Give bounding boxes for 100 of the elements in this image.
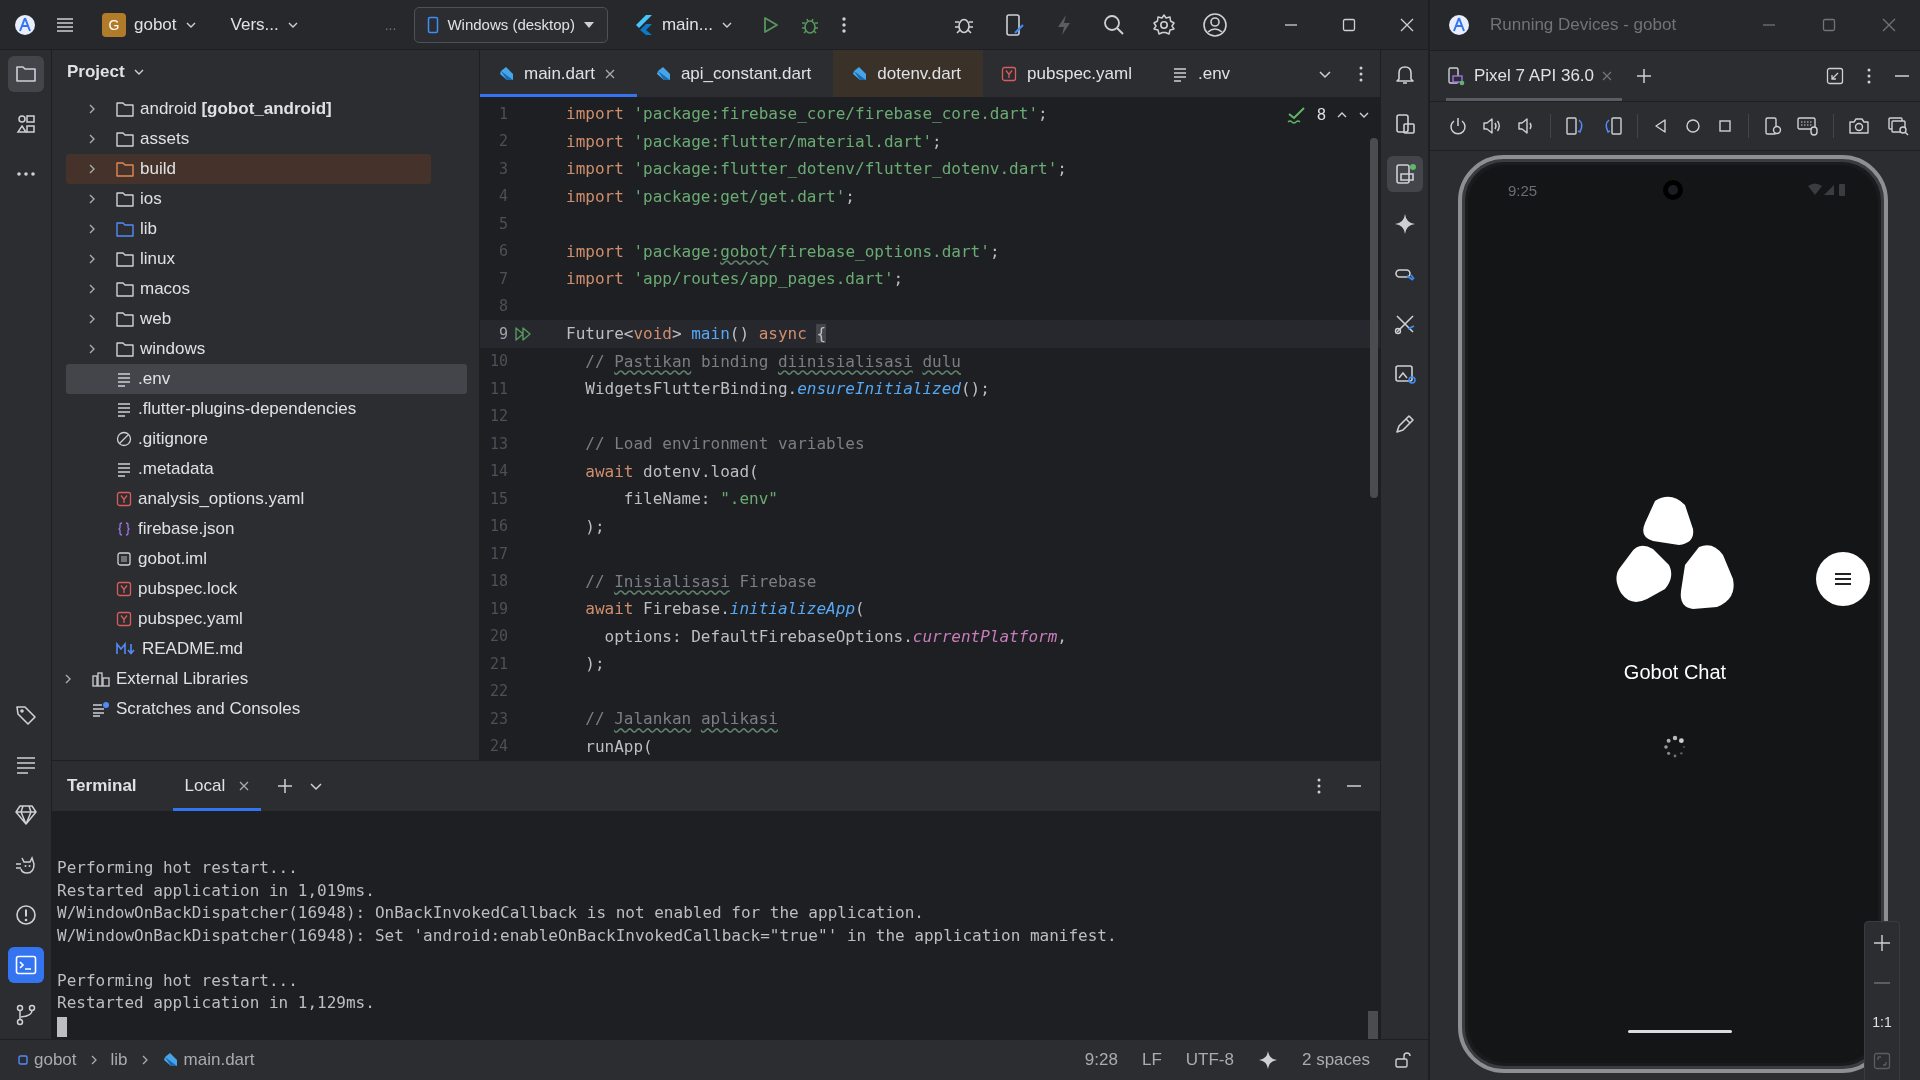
tree-item[interactable]: .flutter-plugins-dependencies	[66, 394, 467, 424]
volume-up-icon[interactable]	[1482, 116, 1502, 136]
editor-tab[interactable]: pubspec.yaml	[983, 50, 1154, 97]
scrollbar-thumb[interactable]	[1370, 138, 1378, 498]
account-icon[interactable]	[1202, 11, 1228, 38]
device-tab[interactable]: Pixel 7 API 36.0	[1446, 51, 1623, 101]
tree-item[interactable]: android [gobot_android]	[66, 94, 467, 124]
folder-icon	[116, 101, 134, 117]
tree-item[interactable]: macos	[66, 274, 467, 304]
dart-file-icon	[161, 1052, 178, 1068]
ignore-file-icon	[116, 431, 132, 447]
add-icon[interactable]	[277, 778, 294, 794]
tree-item[interactable]: .metadata	[66, 454, 467, 484]
camera-icon[interactable]	[1848, 116, 1870, 136]
close-icon[interactable]	[239, 781, 250, 791]
tree-item[interactable]: assets	[66, 124, 467, 154]
editor-tab[interactable]: main.dart	[480, 50, 637, 97]
vcs-selector[interactable]: Vers...	[222, 10, 307, 39]
folder-icon	[116, 161, 134, 177]
tree-item[interactable]: pubspec.lock	[66, 574, 467, 604]
power-icon[interactable]	[1448, 116, 1468, 136]
keyboard-icon[interactable]	[1797, 116, 1819, 136]
tree-item[interactable]: README.md	[66, 634, 467, 664]
panel-title[interactable]: Project	[67, 62, 125, 82]
code-line: runApp(	[584, 736, 653, 756]
code-line: fileName: ".env"	[622, 489, 778, 509]
terminal-tool-button[interactable]	[7, 947, 44, 983]
warning-icon	[13, 903, 38, 927]
collapse-icon[interactable]	[1826, 67, 1844, 85]
tree-item[interactable]: web	[66, 304, 467, 334]
tree-item[interactable]: firebase.json	[66, 514, 467, 544]
tree-item[interactable]: Scratches and Consoles	[66, 694, 467, 724]
folder-icon	[116, 311, 134, 327]
code-line: await dotenv.load(	[584, 461, 759, 481]
caret-icon	[582, 19, 595, 30]
tree-item[interactable]: ios	[66, 184, 467, 214]
settings-icon[interactable]	[1152, 12, 1176, 37]
yaml-file-icon	[1001, 65, 1018, 82]
code-line: Future<void> main() async {	[566, 324, 827, 344]
status-item[interactable]: 9:28	[1084, 1050, 1118, 1070]
terminal-tab[interactable]: Local	[172, 761, 262, 811]
inspect-icon[interactable]	[1888, 116, 1910, 136]
run-config-selector[interactable]: main...	[625, 9, 741, 40]
overview-icon[interactable]	[1716, 117, 1734, 135]
inspection-count[interactable]: 8	[1317, 106, 1326, 124]
tree-item[interactable]: linux	[66, 244, 467, 274]
device-icon	[1446, 66, 1466, 86]
close-icon[interactable]	[604, 68, 615, 79]
search-icon[interactable]	[1102, 12, 1126, 37]
add-icon[interactable]	[1636, 68, 1653, 84]
scrollbar-thumb[interactable]	[1368, 1011, 1378, 1039]
check-icon[interactable]	[1287, 106, 1308, 124]
zoom-in-icon[interactable]	[1873, 934, 1891, 952]
project-tool-button[interactable]	[7, 56, 44, 92]
markdown-file-icon	[116, 641, 136, 657]
lock-icon[interactable]	[1394, 1051, 1412, 1069]
dart-file-icon	[498, 65, 514, 82]
app-logo[interactable]	[14, 13, 36, 36]
home-icon[interactable]	[1684, 117, 1702, 135]
terminal-icon	[13, 953, 38, 977]
folder-icon	[116, 221, 134, 237]
code-line: await Firebase.initializeApp(	[584, 599, 865, 619]
more-icon[interactable]	[1358, 64, 1364, 83]
code-line: import 'package:gobot/firebase_options.dart';	[566, 241, 1000, 261]
scratches-icon	[92, 701, 110, 717]
breadcrumb[interactable]: gobot	[18, 1050, 77, 1070]
tree-item[interactable]: build	[66, 154, 431, 184]
editor-tab[interactable]: dotenv.dart	[833, 50, 984, 97]
tree-item[interactable]: External Libraries	[66, 664, 467, 694]
status-time: 9:25	[1508, 181, 1538, 199]
tree-item[interactable]: analysis_options.yaml	[66, 484, 467, 514]
editor-tab[interactable]: .env	[1154, 50, 1253, 97]
running-devices-tool-button[interactable]	[1386, 156, 1423, 192]
tree-item[interactable]: .env	[66, 364, 467, 394]
tree-item[interactable]: .gitignore	[66, 424, 467, 454]
terminal-line: W/WindowOnBackDispatcher(16948): Set 'android:enableOnBackInvokedCallback="true"' in the application manifest.	[57, 924, 1118, 947]
menu-button[interactable]	[1816, 552, 1870, 606]
run-icon[interactable]	[514, 325, 532, 342]
tree-item[interactable]: pubspec.yaml	[66, 604, 467, 634]
device-settings-icon[interactable]	[1763, 116, 1783, 136]
status-item[interactable]: UTF-8	[1185, 1050, 1234, 1070]
status-item[interactable]: LF	[1141, 1050, 1162, 1070]
camera-hole-icon	[1661, 179, 1684, 201]
status-item[interactable]: 2 spaces	[1301, 1050, 1370, 1070]
more-icon[interactable]	[1316, 777, 1322, 795]
editor-tab[interactable]: api_constant.dart	[636, 50, 834, 97]
tree-item[interactable]: gobot.iml	[66, 544, 467, 574]
text-file-icon	[1172, 65, 1188, 82]
breadcrumb[interactable]: lib	[110, 1050, 128, 1070]
text-file-icon	[116, 401, 132, 417]
device-selector[interactable]: Windows (desktop)	[414, 6, 608, 43]
terminal-line: Restarted application in 1,129ms.	[57, 992, 376, 1014]
folder-icon	[116, 281, 134, 297]
more-icon[interactable]	[1866, 67, 1872, 85]
tree-item[interactable]: windows	[66, 334, 467, 364]
breadcrumb[interactable]: main.dart	[161, 1050, 255, 1070]
project-selector[interactable]: G gobot	[94, 8, 205, 41]
panel-title: Terminal	[67, 776, 137, 796]
tree-item[interactable]: lib	[66, 214, 467, 244]
loading-spinner	[1662, 734, 1688, 760]
